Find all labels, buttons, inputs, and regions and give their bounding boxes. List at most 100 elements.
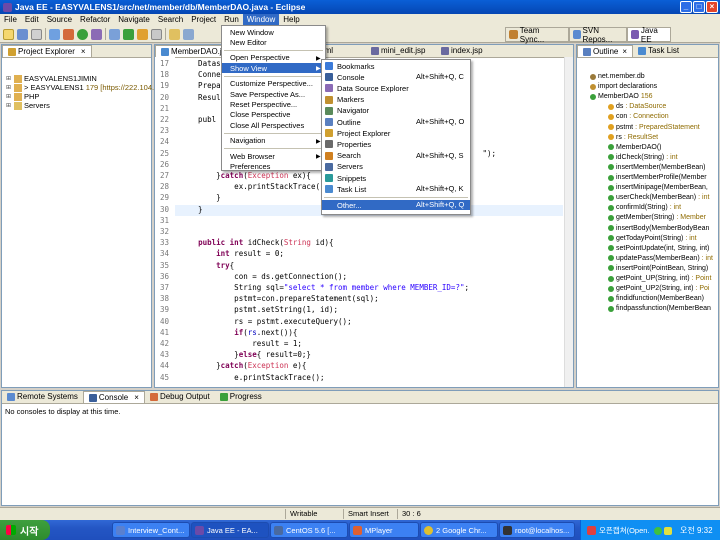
print-icon[interactable] — [31, 28, 42, 40]
close-button[interactable]: × — [706, 1, 718, 13]
tab-outline[interactable]: Outline × — [577, 45, 634, 57]
outline-item[interactable]: insertMinipage(MemberBean, — [608, 184, 710, 191]
run-icon[interactable] — [77, 28, 88, 40]
window-menu-item[interactable]: Close Perspective — [222, 110, 325, 120]
window-menu-item[interactable]: Web Browser — [222, 151, 325, 161]
window-menu-item[interactable]: Customize Perspective... — [222, 79, 325, 89]
new-java-package-icon[interactable] — [109, 28, 120, 40]
code-line[interactable]: result = 1; — [180, 339, 302, 348]
outline-item[interactable]: getPoint_UP(String, int) : Point — [608, 275, 711, 282]
code-line[interactable]: e.printStackTrace(); — [180, 373, 324, 382]
show-view-item[interactable]: Data Source Explorer — [322, 83, 470, 93]
code-line[interactable]: con = ds.getConnection(); — [180, 272, 347, 281]
task-chrome[interactable]: 2 Google Chr... — [420, 522, 498, 538]
show-view-item[interactable]: Properties — [322, 139, 470, 149]
tab-task-list[interactable]: Task List — [633, 45, 684, 57]
outline-item[interactable]: getPoint_UP2(String, int) : Poi — [608, 285, 709, 292]
menu-source[interactable]: Source — [43, 14, 76, 26]
window-menu-item[interactable]: Reset Perspective... — [222, 99, 325, 109]
close-icon[interactable]: × — [81, 46, 86, 58]
outline-item[interactable]: insertMember(MemberBean) — [608, 164, 707, 171]
window-menu-item[interactable]: Close All Perspectives — [222, 120, 325, 130]
window-menu-item[interactable]: New Editor — [222, 37, 325, 47]
outline-item[interactable]: import declarations — [590, 83, 659, 90]
outline-item[interactable]: userCheck(MemberBean) : int — [608, 194, 709, 201]
outline-item[interactable]: getTodayPoint(String) : int — [608, 235, 697, 242]
code-line[interactable]: }else{ result=0;} — [180, 350, 311, 359]
code-line[interactable]: Prepa — [180, 81, 221, 90]
task-interview[interactable]: Interview_Cont... — [112, 522, 190, 538]
task-eclipse[interactable]: Java EE - EA... — [191, 522, 269, 538]
code-line[interactable]: String sql="select * from member where M… — [180, 283, 469, 292]
editor-tab-mini-edit[interactable]: mini_edit.jsp — [366, 45, 430, 57]
code-line[interactable]: Datas — [180, 59, 221, 68]
tree-item-easyvalens1jimin[interactable]: ⊞ EASYVALENS1JIMIN — [6, 74, 97, 83]
code-line[interactable]: }catch(Exception e){ — [180, 361, 306, 370]
close-icon[interactable]: × — [134, 392, 139, 404]
outline-item[interactable]: insertBody(MemberBodyBean — [608, 225, 711, 232]
outline-item[interactable]: insertPoint(PointBean, String) — [608, 265, 710, 272]
code-line[interactable]: rs = pstmt.executeQuery(); — [180, 317, 351, 326]
maximize-button[interactable]: □ — [693, 1, 705, 13]
window-menu-item[interactable]: Navigation — [222, 136, 325, 146]
window-menu-item[interactable]: Preferences — [222, 161, 325, 171]
expand-icon[interactable]: ⊞ — [6, 75, 12, 82]
menu-refactor[interactable]: Refactor — [76, 14, 114, 26]
task-mplayer[interactable]: MPlayer — [349, 522, 419, 538]
code-line[interactable]: if(rs.next()){ — [180, 328, 297, 337]
outline-item[interactable]: getMember(String) : Member — [608, 214, 706, 221]
outline-item[interactable]: MemberDAO 156 — [590, 93, 653, 100]
code-line[interactable]: }catch(Exception ex){ — [180, 171, 311, 180]
server-icon[interactable] — [49, 28, 60, 40]
task-opencapture[interactable]: 오픈캡쳐(Open... — [584, 522, 650, 538]
tree-item-php[interactable]: ⊞ PHP — [6, 92, 39, 101]
outline-item[interactable]: pstmt : PreparedStatement — [608, 124, 700, 131]
window-title-bar[interactable]: Java EE - EASYVALENS1/src/net/member/db/… — [0, 0, 720, 14]
code-line[interactable]: } — [180, 193, 221, 202]
code-line[interactable]: Resul — [180, 93, 221, 102]
outline-item[interactable]: findpassfunction(MemberBean — [608, 305, 713, 312]
open-folder-icon[interactable] — [169, 28, 180, 40]
outline-item[interactable]: updatePass(MemberBean) : int — [608, 255, 713, 262]
code-line[interactable]: int result = 0; — [180, 249, 284, 258]
window-menu-item[interactable]: Open Perspective — [222, 53, 325, 63]
outline-item[interactable]: confirmId(String) : int — [608, 204, 681, 211]
code-line[interactable]: pstmt=con.prepareStatement(sql); — [180, 294, 379, 303]
outline-item[interactable]: rs : ResultSet — [608, 134, 658, 141]
editor-vertical-scrollbar[interactable] — [564, 57, 573, 387]
tab-remote-systems[interactable]: Remote Systems — [2, 391, 83, 403]
code-line[interactable]: public int idCheck(String id){ — [180, 238, 333, 247]
show-view-item[interactable]: Markers — [322, 95, 470, 105]
task-root-terminal[interactable]: root@localhos... — [499, 522, 575, 538]
show-view-item[interactable]: Bookmarks — [322, 61, 470, 71]
show-view-item[interactable]: Project Explorer — [322, 128, 470, 138]
task-centos[interactable]: CentOS 5.6 [... — [270, 522, 348, 538]
menu-navigate[interactable]: Navigate — [114, 14, 154, 26]
outline-item[interactable]: insertMemberProfile(Member — [608, 174, 709, 181]
outline-item[interactable]: setPointUpdate(int, String, int) — [608, 245, 711, 252]
window-menu-item[interactable]: New Window — [222, 27, 325, 37]
external-tools-icon[interactable] — [91, 28, 102, 40]
new-java-class-icon[interactable] — [123, 28, 134, 40]
outline-item[interactable]: ds : DataSource — [608, 103, 666, 110]
show-view-item[interactable]: Navigator — [322, 106, 470, 116]
code-line[interactable]: pstmt.setString(1, id); — [180, 305, 338, 314]
expand-icon[interactable]: ⊞ — [6, 93, 12, 100]
code-line[interactable]: try{ — [180, 261, 234, 270]
search-toolbar-icon[interactable] — [151, 28, 162, 40]
window-menu-item[interactable]: Show View — [222, 63, 325, 74]
perspective-team-sync[interactable]: Team Sync... — [505, 26, 569, 44]
tray-volume-icon[interactable] — [664, 527, 672, 535]
perspective-java-ee[interactable]: Java EE — [627, 26, 671, 44]
new-icon[interactable] — [3, 28, 14, 40]
tab-console[interactable]: Console × — [82, 391, 145, 404]
tab-debug-output[interactable]: Debug Output — [145, 391, 215, 403]
editor-tab-index[interactable]: index.jsp — [436, 45, 488, 57]
show-view-item[interactable]: Servers — [322, 162, 470, 172]
tab-project-explorer[interactable]: Project Explorer × — [2, 45, 92, 57]
show-view-item[interactable]: Snippets — [322, 173, 470, 183]
open-type-icon[interactable] — [137, 28, 148, 40]
outline-item[interactable]: idCheck(String) : int — [608, 154, 678, 161]
start-button[interactable]: 시작 — [0, 520, 50, 540]
menu-file[interactable]: File — [0, 14, 21, 26]
